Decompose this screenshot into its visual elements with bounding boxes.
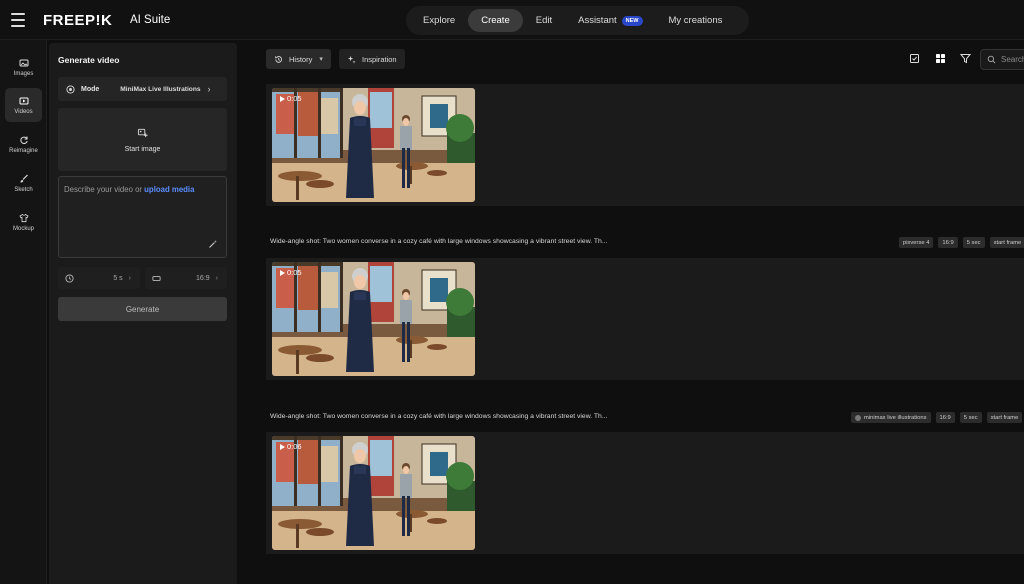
reimagine-icon <box>19 136 28 144</box>
model-icon <box>855 414 861 421</box>
video-icon <box>19 97 28 104</box>
history-label: History <box>289 54 313 64</box>
generate-panel: Generate video Mode MiniMax Live Illustr… <box>49 43 237 584</box>
clock-icon <box>65 273 74 283</box>
aspect-ratio-selector[interactable]: 16:9 › <box>145 267 227 289</box>
video-duration: 0:05 <box>280 268 302 277</box>
main-nav: Explore Create Edit Assistant NEW My cre… <box>406 6 749 35</box>
start-image-label: Start image <box>124 145 161 153</box>
nav-my-creations[interactable]: My creations <box>656 9 736 32</box>
aspect-ratio-value: 16:9 <box>196 274 210 282</box>
tag-duration: 5 sec <box>962 237 985 248</box>
rail-label: Reimagine <box>9 147 38 154</box>
prompt-input[interactable]: Describe your video or upload media <box>58 176 227 258</box>
nav-assistant[interactable]: Assistant NEW <box>565 9 655 32</box>
aspect-ratio-icon <box>152 275 161 281</box>
shirt-icon <box>18 213 29 222</box>
left-rail: Images Videos Reimagine Sketch Mockup <box>0 40 47 584</box>
result-card[interactable]: 0:06 <box>266 432 1024 554</box>
tag-start-frame: start frame <box>989 237 1024 248</box>
ai-suite-label: AI Suite <box>130 14 171 26</box>
tag-start-frame: start frame <box>986 412 1023 423</box>
rail-label: Sketch <box>14 186 33 193</box>
history-icon <box>274 55 282 63</box>
prompt-placeholder: Describe your video or upload media <box>64 185 195 194</box>
tag-model: pixverse 4 <box>899 237 934 248</box>
duration-selector[interactable]: 5 s › <box>58 267 140 289</box>
chevron-right-icon: › <box>215 274 218 282</box>
rail-item-videos[interactable]: Videos <box>5 88 42 122</box>
cafe-scene-illustration <box>272 262 475 376</box>
result-tags: minimax live illustrations 16:9 5 sec st… <box>851 412 1023 423</box>
result-prompt[interactable]: Wide-angle shot: Two women converse in a… <box>270 238 608 245</box>
inspiration-button[interactable]: Inspiration <box>339 49 405 69</box>
nav-edit[interactable]: Edit <box>523 9 565 32</box>
image-icon <box>19 59 28 66</box>
mode-label: Mode <box>81 85 100 93</box>
grid-view-icon[interactable] <box>935 53 946 64</box>
start-image-upload[interactable]: Start image <box>58 108 227 171</box>
cafe-scene-illustration <box>272 436 475 550</box>
result-card[interactable]: 0:05 <box>266 84 1024 206</box>
result-prompt[interactable]: Wide-angle shot: Two women converse in a… <box>270 413 608 420</box>
top-bar: FREEP!K AI Suite Explore Create Edit Ass… <box>0 0 1024 40</box>
search-placeholder: Search <box>1001 55 1024 64</box>
video-thumbnail[interactable]: 0:05 <box>272 262 475 376</box>
video-thumbnail[interactable]: 0:05 <box>272 88 475 202</box>
upload-media-link[interactable]: upload media <box>144 185 194 194</box>
filter-icon[interactable] <box>960 53 971 64</box>
mode-selector[interactable]: Mode MiniMax Live Illustrations › <box>58 77 227 101</box>
select-checkbox-icon[interactable] <box>909 53 920 64</box>
new-badge: NEW <box>621 15 643 26</box>
video-duration: 0:06 <box>280 442 302 451</box>
generate-button[interactable]: Generate <box>58 297 227 321</box>
chevron-right-icon: › <box>128 274 131 282</box>
magic-wand-icon[interactable] <box>208 239 218 249</box>
panel-title: Generate video <box>58 55 120 65</box>
video-duration: 0:05 <box>280 94 302 103</box>
nav-explore[interactable]: Explore <box>410 9 468 32</box>
tag-model: minimax live illustrations <box>851 412 931 423</box>
search-input[interactable]: Search <box>980 49 1024 70</box>
freepik-logo[interactable]: FREEP!K <box>43 12 112 29</box>
duration-value: 5 s <box>113 274 123 282</box>
rail-label: Images <box>13 70 34 77</box>
rail-label: Videos <box>14 108 33 115</box>
chevron-right-icon: › <box>207 84 211 94</box>
rail-item-mockup[interactable]: Mockup <box>5 205 42 239</box>
result-card[interactable]: 0:05 <box>266 258 1024 380</box>
rail-item-reimagine[interactable]: Reimagine <box>5 127 42 161</box>
rail-item-images[interactable]: Images <box>5 50 42 84</box>
sparkles-icon <box>347 55 356 63</box>
history-button[interactable]: History ▾ <box>266 49 331 69</box>
hamburger-menu-icon[interactable] <box>11 13 25 27</box>
result-tags: pixverse 4 16:9 5 sec start frame <box>899 237 1024 248</box>
tag-aspect: 16:9 <box>938 237 958 248</box>
mode-value: MiniMax Live Illustrations <box>120 85 201 93</box>
tag-duration: 5 sec <box>959 412 982 423</box>
inspiration-label: Inspiration <box>362 54 397 64</box>
rail-item-sketch[interactable]: Sketch <box>5 166 42 200</box>
video-thumbnail[interactable]: 0:06 <box>272 436 475 550</box>
nav-assistant-label: Assistant <box>578 15 617 26</box>
chevron-down-icon: ▾ <box>319 56 323 63</box>
add-image-icon <box>137 128 148 137</box>
cafe-scene-illustration <box>272 88 475 202</box>
rail-label: Mockup <box>12 225 34 232</box>
brush-icon <box>20 174 28 182</box>
search-icon <box>987 55 996 64</box>
minimax-icon <box>66 84 75 94</box>
nav-create[interactable]: Create <box>468 9 523 32</box>
tag-aspect: 16:9 <box>935 412 955 423</box>
